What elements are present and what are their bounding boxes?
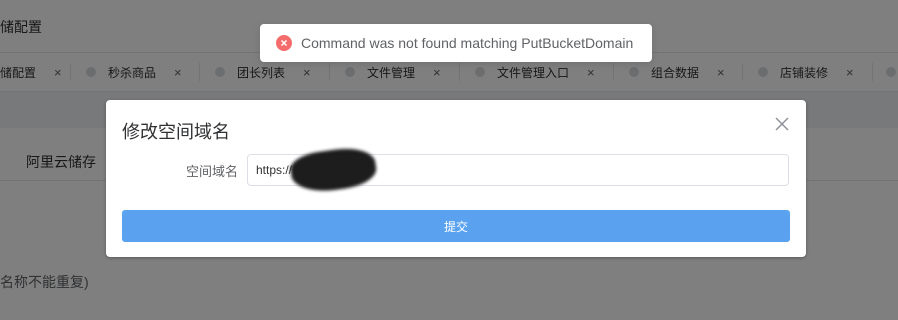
domain-field-label: 空间域名: [186, 164, 239, 179]
redaction-mark: [288, 144, 379, 196]
submit-button[interactable]: 提交: [122, 210, 790, 242]
error-toast: Command was not found matching PutBucket…: [260, 24, 652, 62]
edit-domain-dialog: 修改空间域名 空间域名 提交: [106, 100, 806, 257]
toast-message: Command was not found matching PutBucket…: [301, 35, 634, 51]
close-icon[interactable]: [772, 114, 792, 134]
dialog-title: 修改空间域名: [122, 122, 230, 142]
error-circle-icon: [276, 35, 292, 51]
